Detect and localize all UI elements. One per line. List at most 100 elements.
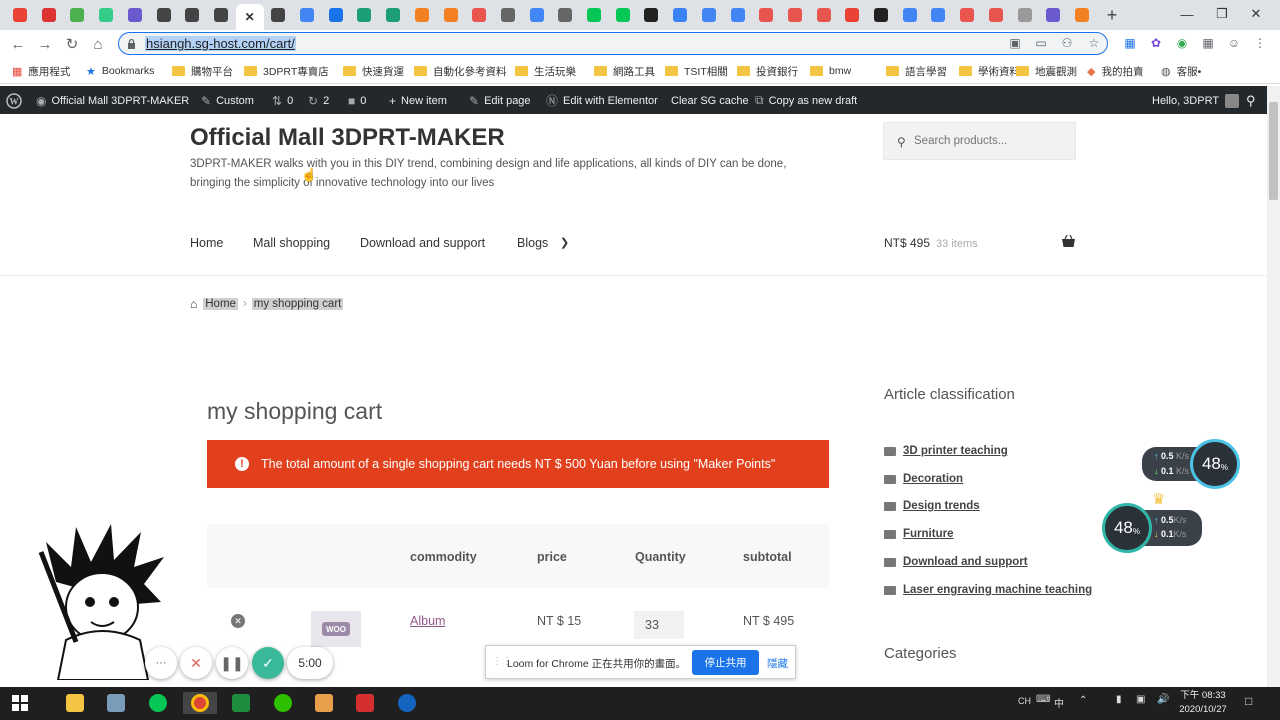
reload-icon[interactable]: ↻	[62, 34, 82, 54]
browser-tab[interactable]	[1039, 4, 1067, 26]
browser-tab[interactable]	[724, 4, 752, 26]
recorder-cancel-icon[interactable]: ✕	[180, 647, 212, 679]
article-category-item[interactable]: 3D printer teaching	[884, 443, 1008, 459]
browser-tab[interactable]	[666, 4, 694, 26]
browser-tab[interactable]	[150, 4, 178, 26]
profile-avatar-icon[interactable]: ☺	[1226, 35, 1242, 51]
new-tab-button[interactable]: +	[1102, 5, 1122, 25]
browser-tab[interactable]	[322, 4, 350, 26]
browser-tab[interactable]	[609, 4, 637, 26]
article-category-link[interactable]: Laser engraving machine teaching	[903, 584, 1092, 596]
browser-tab[interactable]	[695, 4, 723, 26]
bookmark-item[interactable]: 語言學習	[886, 63, 947, 79]
translate-icon[interactable]: ⚇	[1059, 35, 1075, 51]
browser-tab[interactable]	[6, 4, 34, 26]
article-category-link[interactable]: Furniture	[903, 528, 953, 540]
cpu-gauge-2[interactable]: 48%	[1102, 503, 1152, 553]
browser-tab[interactable]	[178, 4, 206, 26]
browser-tab[interactable]	[35, 4, 63, 26]
volume-icon[interactable]: 🔊	[1157, 694, 1169, 705]
bookmark-item[interactable]: ★ Bookmarks	[86, 63, 154, 79]
admin-site-name[interactable]: ◉ Official Mall 3DPRT-MAKER	[36, 93, 189, 108]
article-category-link[interactable]: Decoration	[903, 473, 963, 485]
browser-tab[interactable]	[551, 4, 579, 26]
spreadsheet-icon[interactable]	[229, 692, 253, 714]
customize-link[interactable]: ✎ Custom	[201, 93, 254, 108]
browser-tab[interactable]	[896, 4, 924, 26]
wordpress-logo-icon[interactable]: W	[6, 92, 22, 109]
article-category-item[interactable]: Laser engraving machine teaching	[884, 582, 1092, 598]
bookmark-item[interactable]: 地震觀測	[1016, 63, 1077, 79]
bookmark-item[interactable]: bmw	[810, 63, 851, 79]
network-icon[interactable]: ▣	[1136, 694, 1145, 705]
quantity-input[interactable]	[634, 611, 684, 639]
recorder-finish-icon[interactable]: ✓	[252, 647, 284, 679]
cast-icon[interactable]: ▭	[1033, 35, 1049, 51]
admin-search-icon[interactable]: ⚲	[1246, 93, 1256, 108]
bookmark-item[interactable]: TSIT相關	[665, 63, 728, 79]
battery-icon[interactable]: ▮	[1116, 694, 1122, 705]
browser-tab[interactable]	[408, 4, 436, 26]
revisions-link[interactable]: ⇅ 0	[272, 93, 293, 108]
forward-icon[interactable]: →	[35, 34, 55, 54]
article-category-item[interactable]: Decoration	[884, 471, 963, 487]
nav-blogs[interactable]: Blogs	[517, 236, 548, 250]
line-app-icon[interactable]	[146, 692, 170, 714]
nav-download-support[interactable]: Download and support	[360, 236, 485, 250]
hide-link[interactable]: 隱藏	[767, 656, 788, 671]
chrome-taskbar-icon[interactable]	[183, 692, 217, 714]
bookmark-item[interactable]: ▦ 應用程式	[12, 63, 70, 79]
home-icon[interactable]: ⌂	[88, 34, 108, 54]
article-category-item[interactable]: Furniture	[884, 526, 953, 542]
nav-home[interactable]: Home	[190, 236, 223, 250]
browser-tab[interactable]	[207, 4, 235, 26]
extensions-puzzle-icon[interactable]: ▦	[1200, 35, 1216, 51]
updates-link[interactable]: ↻ 2	[308, 93, 329, 108]
browser-tab[interactable]	[494, 4, 522, 26]
browser-tab[interactable]	[437, 4, 465, 26]
browser-tab[interactable]	[838, 4, 866, 26]
browser-tab[interactable]	[523, 4, 551, 26]
app-orange-icon[interactable]	[312, 692, 336, 714]
remove-item-icon[interactable]: ✕	[231, 614, 245, 628]
bookmark-item[interactable]: 網路工具	[594, 63, 655, 79]
edit-page-link[interactable]: ✎ Edit page	[469, 93, 531, 108]
article-category-item[interactable]: Download and support	[884, 554, 1028, 570]
bookmark-item[interactable]: 生活玩樂	[515, 63, 576, 79]
windows-start-icon[interactable]	[8, 692, 32, 714]
app-blue-globe-icon[interactable]	[395, 692, 419, 714]
browser-tab[interactable]	[637, 4, 665, 26]
browser-tab[interactable]	[953, 4, 981, 26]
browser-tab[interactable]	[924, 4, 952, 26]
browser-tab[interactable]	[264, 4, 292, 26]
file-explorer-icon[interactable]	[63, 692, 87, 714]
bookmark-item[interactable]: 投資銀行	[737, 63, 798, 79]
new-item-link[interactable]: + New item	[389, 93, 447, 108]
ime-indicator[interactable]: 中	[1054, 695, 1064, 710]
browser-tab[interactable]	[752, 4, 780, 26]
search-input[interactable]	[914, 133, 1069, 149]
browser-tab[interactable]	[63, 4, 91, 26]
minimize-button[interactable]: —	[1176, 4, 1198, 24]
browser-tab[interactable]	[121, 4, 149, 26]
browser-tab[interactable]	[92, 4, 120, 26]
app-red-icon[interactable]	[353, 692, 377, 714]
url-text[interactable]: hsiangh.sg-host.com/cart/	[145, 36, 296, 51]
header-cart[interactable]: NT$ 495 33 items	[884, 236, 978, 250]
chevron-up-icon[interactable]: ⌃	[1079, 695, 1087, 706]
extension-flower-icon[interactable]: ✿	[1148, 35, 1164, 51]
browser-tab[interactable]	[350, 4, 378, 26]
browser-tab[interactable]	[580, 4, 608, 26]
product-name-link[interactable]: Album	[410, 614, 445, 628]
stop-sharing-button[interactable]: 停止共用	[692, 650, 759, 675]
camera-icon[interactable]: ▣	[1007, 35, 1023, 51]
keyboard-icon[interactable]: ⌨	[1036, 694, 1050, 705]
breadcrumb-home[interactable]: Home	[203, 298, 238, 310]
account-menu[interactable]: Hello, 3DPRT	[1152, 93, 1240, 108]
comments-link[interactable]: ■ 0	[348, 93, 366, 108]
recorder-pause-icon[interactable]: ❚❚	[216, 647, 248, 679]
bookmark-item[interactable]: 自動化參考資料	[414, 63, 507, 79]
browser-tab[interactable]	[379, 4, 407, 26]
clock[interactable]: 下午 08:33 2020/10/27	[1178, 689, 1228, 717]
article-category-item[interactable]: Design trends	[884, 498, 980, 514]
